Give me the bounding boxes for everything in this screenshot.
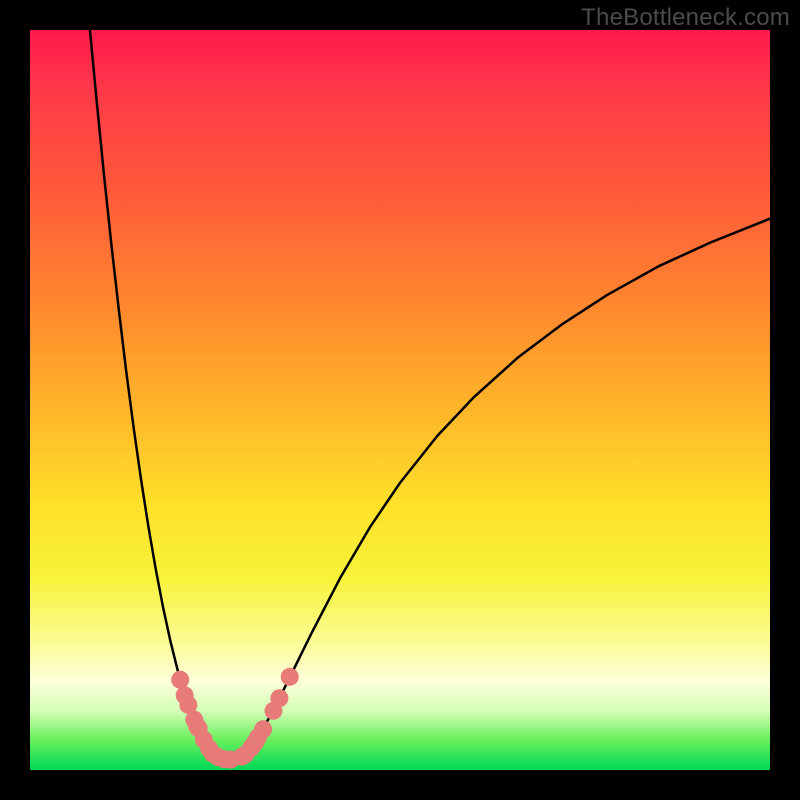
outer-black-frame: TheBottleneck.com <box>0 0 800 800</box>
gradient-plot-area <box>30 30 770 770</box>
curve-left-branch <box>90 30 213 754</box>
watermark-text: TheBottleneck.com <box>581 4 790 32</box>
data-point <box>171 671 189 689</box>
curve-lines <box>90 30 770 760</box>
data-point <box>254 720 272 738</box>
curve-markers <box>171 668 299 769</box>
data-point <box>281 668 299 686</box>
data-point <box>270 689 288 707</box>
curve-right-branch <box>247 219 770 754</box>
chart-svg <box>30 30 770 770</box>
